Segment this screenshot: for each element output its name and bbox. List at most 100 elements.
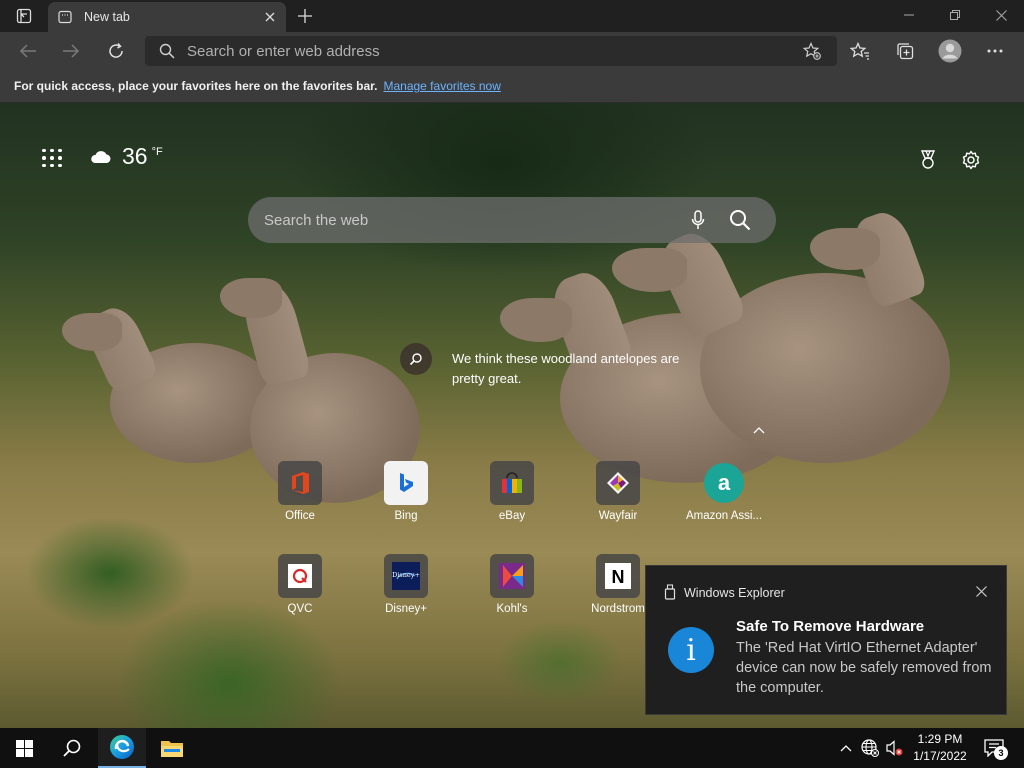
new-tab-page-icon [58, 10, 72, 24]
quick-link-amazon-assistant[interactable]: a Amazon Assi... [679, 461, 769, 531]
star-add-icon [803, 42, 821, 60]
favorites-bar: For quick access, place your favorites h… [0, 70, 1024, 103]
rewards-medal-icon [920, 150, 936, 169]
back-button[interactable] [13, 36, 43, 66]
quick-link-label: Office [285, 510, 315, 522]
page-settings-button[interactable] [958, 147, 984, 173]
tab-new-tab[interactable]: New tab [48, 2, 286, 32]
collapse-quick-links-button[interactable] [750, 421, 768, 439]
address-input[interactable] [187, 36, 787, 66]
quick-link-wayfair[interactable]: Wayfair [573, 461, 663, 531]
forward-button[interactable] [56, 36, 86, 66]
refresh-button[interactable] [101, 36, 131, 66]
gear-icon [962, 150, 980, 170]
chevron-up-icon [753, 427, 765, 434]
favorites-bar-hint: For quick access, place your favorites h… [14, 79, 378, 93]
quick-link-label: Bing [394, 510, 418, 522]
notification-toast[interactable]: Windows Explorer i Safe To Remove Hardwa… [645, 565, 1007, 715]
speaker-muted-icon [886, 740, 903, 756]
taskbar-edge-button[interactable] [98, 728, 146, 768]
address-bar[interactable] [145, 36, 837, 66]
web-search-box[interactable] [248, 197, 776, 243]
collections-button[interactable] [890, 36, 920, 66]
settings-and-more-button[interactable] [980, 36, 1010, 66]
weather-widget[interactable]: 36 °F [90, 143, 163, 170]
minimize-button[interactable] [886, 0, 932, 30]
svg-text:a: a [718, 470, 731, 495]
search-icon [63, 739, 81, 757]
bing-icon [384, 461, 428, 505]
svg-text:Disney+: Disney+ [392, 571, 420, 579]
quick-link-label: Kohl's [496, 603, 528, 615]
apps-launcher-button[interactable] [40, 147, 64, 169]
toast-close-button[interactable] [974, 584, 988, 598]
wayfair-icon [596, 461, 640, 505]
quick-link-label: Wayfair [598, 510, 638, 522]
volume-button[interactable] [884, 738, 904, 758]
show-hidden-icons-button[interactable] [836, 738, 856, 758]
weather-temperature: 36 [122, 143, 148, 169]
manage-favorites-link[interactable]: Manage favorites now [383, 79, 500, 93]
quick-link-label: Amazon Assi... [685, 510, 763, 522]
toast-title: Safe To Remove Hardware [736, 618, 925, 635]
quick-link-disney-plus[interactable]: Disney+ Disney+ [361, 554, 451, 624]
windows-logo-icon [15, 739, 33, 757]
network-button[interactable] [860, 738, 880, 758]
rewards-button[interactable] [915, 147, 941, 173]
start-button[interactable] [0, 728, 48, 768]
magnifier-icon [409, 353, 422, 366]
nordstrom-icon: N [596, 554, 640, 598]
tab-actions-icon [16, 8, 32, 24]
tab-actions-button[interactable] [8, 5, 40, 27]
office-icon [278, 461, 322, 505]
svg-text:N: N [612, 567, 625, 587]
tab-title: New tab [84, 10, 130, 24]
quick-link-bing[interactable]: Bing [361, 461, 451, 531]
arrow-left-icon [19, 44, 36, 58]
minimize-icon [904, 14, 914, 16]
chevron-up-icon [840, 745, 852, 752]
notification-count-badge: 3 [994, 746, 1008, 760]
quick-link-kohls[interactable]: Kohl's [467, 554, 557, 624]
voice-search-button[interactable] [686, 208, 710, 232]
disney-plus-icon: Disney+ [384, 554, 428, 598]
add-favorite-button[interactable] [801, 41, 823, 61]
taskbar-search-button[interactable] [48, 728, 96, 768]
quick-link-label: eBay [498, 510, 526, 522]
restore-icon [950, 10, 960, 20]
cloud-icon [91, 150, 111, 163]
web-search-input[interactable] [264, 197, 664, 243]
quick-link-office[interactable]: Office [255, 461, 345, 531]
taskbar-clock[interactable]: 1:29 PM 1/17/2022 [906, 731, 974, 765]
folder-icon [161, 741, 183, 757]
quick-link-ebay[interactable]: eBay [467, 461, 557, 531]
new-tab-button[interactable] [292, 4, 318, 28]
plus-icon [298, 9, 312, 23]
arrow-right-icon [63, 44, 80, 58]
browser-toolbar [0, 32, 1024, 70]
usb-drive-icon [664, 584, 676, 600]
qvc-icon [278, 554, 322, 598]
close-icon [265, 12, 275, 22]
close-window-button[interactable] [978, 0, 1024, 30]
restore-button[interactable] [932, 0, 978, 30]
image-info-button[interactable] [400, 343, 432, 375]
image-caption[interactable]: We think these woodland antelopes are pr… [452, 349, 712, 389]
clock-date: 1/17/2022 [913, 749, 967, 763]
globe-icon [861, 739, 879, 757]
kohls-icon [490, 554, 534, 598]
taskbar: 1:29 PM 1/17/2022 3 [0, 728, 1024, 768]
action-center-button[interactable]: 3 [978, 734, 1010, 762]
search-submit-button[interactable] [726, 206, 754, 234]
taskbar-file-explorer-button[interactable] [148, 728, 196, 768]
ebay-icon [490, 461, 534, 505]
clock-time: 1:29 PM [917, 732, 963, 746]
tab-close-button[interactable] [262, 9, 278, 25]
edge-icon [110, 735, 134, 759]
favorites-button[interactable] [845, 36, 875, 66]
avatar-icon [938, 39, 962, 63]
profile-button[interactable] [935, 36, 965, 66]
quick-link-label: Nordstrom [591, 603, 645, 615]
quick-link-qvc[interactable]: QVC [255, 554, 345, 624]
more-icon [987, 49, 1003, 53]
